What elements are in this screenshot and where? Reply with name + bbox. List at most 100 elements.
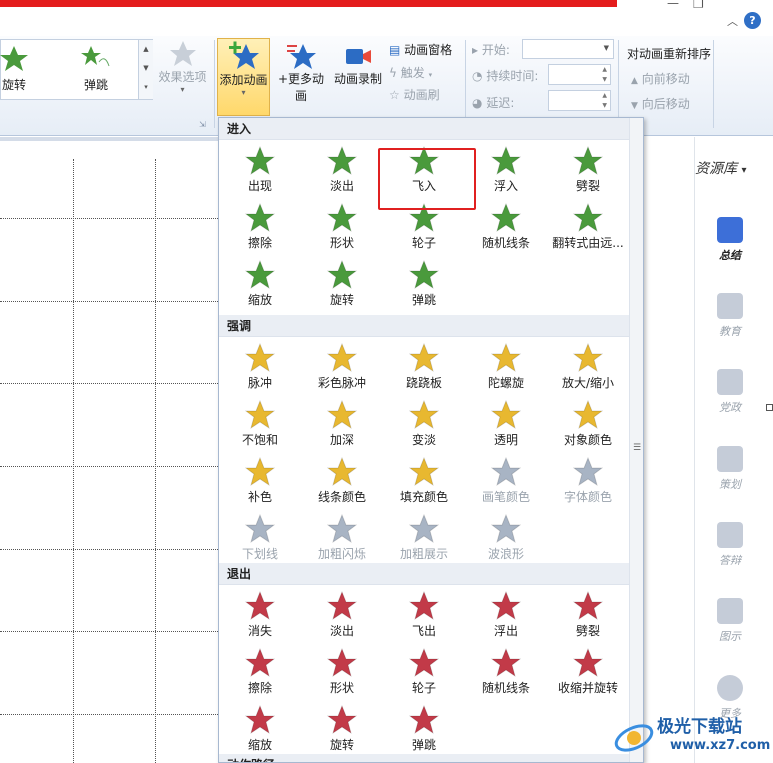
resource-library-button[interactable]: 资源库 ▾: [695, 158, 763, 178]
emphasis-effect-item[interactable]: 对象颜色: [547, 396, 629, 453]
duration-spinner[interactable]: ▲ ▼: [548, 64, 611, 85]
spin-up-icon[interactable]: ▲: [602, 92, 607, 99]
side-item-education[interactable]: 教育: [707, 293, 753, 339]
emphasis-effect-item[interactable]: 放大/缩小: [547, 339, 629, 396]
entrance-star-icon: [491, 203, 521, 233]
effect-options-button[interactable]: 效果选项 ▾: [155, 40, 210, 94]
lightning-icon: ϟ: [389, 66, 397, 80]
chevron-up-icon[interactable]: ︿: [727, 13, 738, 29]
emphasis-effect-item[interactable]: 补色: [219, 453, 301, 510]
entrance-effect-item[interactable]: 形状: [301, 199, 383, 256]
spin-up-icon[interactable]: ▲: [602, 66, 607, 73]
minimize-icon[interactable]: —: [667, 0, 679, 10]
gallery-scrollbar[interactable]: ▲ ▼ ▾: [138, 40, 153, 99]
watermark-text: 极光下载站: [657, 717, 742, 737]
scroll-grip-icon[interactable]: ☰: [633, 443, 641, 453]
animation-pane-button[interactable]: ▤ 动画窗格: [389, 41, 452, 58]
entrance-effect-item[interactable]: 出现: [219, 142, 301, 199]
side-item-government[interactable]: 党政: [707, 369, 753, 415]
emphasis-effect-item[interactable]: 线条颜色: [301, 453, 383, 510]
exit-effect-item[interactable]: 随机线条: [465, 644, 547, 701]
animation-brush-button[interactable]: ☆ 动画刷: [389, 86, 440, 103]
more-animations-button[interactable]: +更多动画: [272, 42, 330, 104]
exit-effect-item[interactable]: 消失: [219, 587, 301, 644]
emphasis-effect-item[interactable]: 陀螺旋: [465, 339, 547, 396]
entrance-effect-item[interactable]: 弹跳: [383, 256, 465, 313]
record-animation-label: 动画录制: [333, 72, 382, 86]
exit-effect-item[interactable]: 浮出: [465, 587, 547, 644]
side-item-summary[interactable]: 总结: [707, 217, 753, 263]
entrance-star-icon: [245, 260, 275, 290]
guide-line: [0, 549, 218, 550]
delay-spinner[interactable]: ▲ ▼: [548, 90, 611, 111]
exit-effect-item[interactable]: 劈裂: [547, 587, 629, 644]
exit-effect-item[interactable]: 擦除: [219, 644, 301, 701]
effect-label: 轮子: [411, 236, 436, 250]
effect-options-label: 效果选项: [158, 70, 207, 84]
group-divider: [618, 40, 619, 128]
start-dropdown[interactable]: ▼: [522, 39, 614, 59]
exit-effect-item[interactable]: 旋转: [301, 701, 383, 758]
side-item-planning[interactable]: 策划: [707, 446, 753, 492]
entrance-effect-item[interactable]: 缩放: [219, 256, 301, 313]
guide-line: [155, 159, 156, 763]
spin-down-icon[interactable]: ▼: [602, 102, 607, 109]
effect-label: 浮入: [493, 179, 518, 193]
effect-label: 随机线条: [481, 236, 530, 250]
move-later-button[interactable]: ▼ 向后移动: [631, 95, 690, 112]
record-animation-button[interactable]: 动画录制: [332, 42, 384, 87]
selection-handle[interactable]: [766, 404, 773, 411]
entrance-effect-item[interactable]: 随机线条: [465, 199, 547, 256]
exit-effect-item[interactable]: 轮子: [383, 644, 465, 701]
entrance-effect-item[interactable]: 浮入: [465, 142, 547, 199]
exit-star-icon: [245, 705, 275, 735]
spin-down-icon[interactable]: ▼: [602, 76, 607, 83]
triangle-down-icon: ▼: [631, 101, 638, 111]
emphasis-effect-item[interactable]: 彩色脉冲: [301, 339, 383, 396]
guide-line: [73, 159, 74, 763]
entrance-effect-item[interactable]: 劈裂: [547, 142, 629, 199]
side-item-diagram[interactable]: 图示: [707, 598, 753, 644]
emphasis-effect-item[interactable]: 跷跷板: [383, 339, 465, 396]
help-button[interactable]: ?: [744, 12, 761, 29]
exit-effect-item[interactable]: 淡出: [301, 587, 383, 644]
add-animation-button[interactable]: 添加动画 ▾: [217, 38, 270, 116]
emphasis-star-icon: [245, 343, 275, 373]
exit-effect-item[interactable]: 飞出: [383, 587, 465, 644]
exit-effect-item[interactable]: 收缩并旋转: [547, 644, 629, 701]
move-earlier-button[interactable]: ▲ 向前移动: [631, 70, 690, 87]
effect-label: 脉冲: [247, 376, 272, 390]
exit-effect-item[interactable]: 形状: [301, 644, 383, 701]
emphasis-effect-item[interactable]: 变淡: [383, 396, 465, 453]
dialog-launcher-icon[interactable]: ⇲: [199, 120, 206, 129]
gallery-item-bounce[interactable]: 弹跳: [67, 44, 125, 93]
emphasis-effect-item[interactable]: 不饱和: [219, 396, 301, 453]
entrance-effect-item[interactable]: 淡出: [301, 142, 383, 199]
emphasis-effect-item[interactable]: 加深: [301, 396, 383, 453]
emphasis-effect-item[interactable]: 脉冲: [219, 339, 301, 396]
exit-effect-item[interactable]: 弹跳: [383, 701, 465, 758]
gallery-item-rotate[interactable]: 旋转: [0, 44, 43, 93]
trigger-button[interactable]: ϟ 触发 ▾: [389, 64, 432, 81]
guide-line: [0, 631, 218, 632]
effect-label: 随机线条: [481, 681, 530, 695]
emphasis-effect-item[interactable]: 透明: [465, 396, 547, 453]
more-dots-icon: [717, 675, 743, 701]
slide-canvas[interactable]: [0, 137, 218, 763]
side-item-defense[interactable]: 答辩: [707, 522, 753, 568]
restore-icon[interactable]: ❐: [693, 0, 704, 11]
title-bar: — ❐ ︿ ?: [0, 0, 773, 36]
entrance-effect-item[interactable]: 翻转式由远...: [547, 199, 629, 256]
emphasis-star-icon: [491, 457, 521, 487]
emphasis-effect-item[interactable]: 填充颜色: [383, 453, 465, 510]
effect-label: 出现: [247, 179, 272, 193]
duration-label: 持续时间:: [486, 69, 539, 83]
effect-label: 形状: [329, 236, 354, 250]
panel-scrollbar[interactable]: ☰: [629, 118, 643, 762]
entrance-effect-item[interactable]: 旋转: [301, 256, 383, 313]
effect-label: 形状: [329, 681, 354, 695]
entrance-effect-item[interactable]: 擦除: [219, 199, 301, 256]
entrance-star-icon: [491, 146, 521, 176]
exit-effect-item[interactable]: 缩放: [219, 701, 301, 758]
guide-line: [0, 218, 218, 219]
